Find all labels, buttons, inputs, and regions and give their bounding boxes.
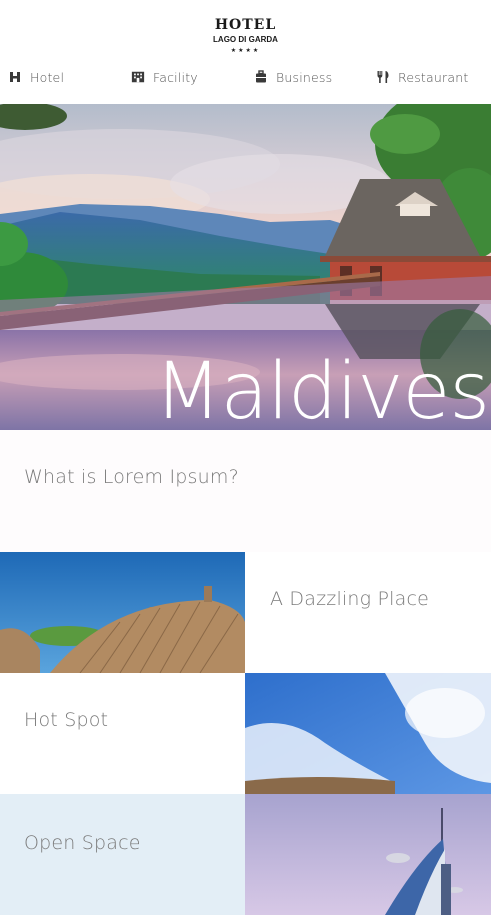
logo-stars: ★★★★ [230,47,261,54]
sky-clouds-image[interactable] [245,673,491,794]
briefcase-icon [254,70,268,84]
nav-item-business[interactable]: Business [254,62,332,92]
sky-clouds-photo [245,673,491,794]
nav-item-restaurant[interactable]: Restaurant [376,62,468,92]
tile-dazzling-place[interactable]: A Dazzling Place [245,552,491,673]
burj-al-arab-image[interactable] [245,794,491,915]
beach-umbrella-image[interactable] [0,552,245,673]
tile-hot-spot[interactable]: Hot Spot [0,673,245,794]
hero-title: Maldives [154,347,490,430]
nav-item-facility[interactable]: Facility [131,62,198,92]
logo-subtitle: LAGO DI GARDA [213,35,278,44]
beach-umbrella-photo [0,552,245,673]
nav-item-hotel[interactable]: Hotel [8,62,64,92]
header: HOTEL LAGO DI GARDA ★★★★ [0,0,491,62]
nav-label-restaurant: Restaurant [398,69,469,85]
tile-dazzling-place-label: A Dazzling Place [270,588,430,610]
burj-al-arab-photo [245,794,491,915]
tile-open-space-label: Open Space [24,832,141,854]
nav-label-hotel: Hotel [30,69,65,85]
hotel-h-icon [8,70,22,84]
tile-open-space[interactable]: Open Space [0,794,245,915]
hero-banner: Maldives [0,104,491,430]
building-icon [131,70,145,84]
logo-title: HOTEL [214,17,277,33]
hotel-logo[interactable]: HOTEL LAGO DI GARDA ★★★★ [0,18,491,55]
tile-hot-spot-label: Hot Spot [24,709,109,731]
intro-heading[interactable]: What is Lorem Ipsum? [24,466,239,488]
fork-knife-icon [376,70,390,84]
nav-label-facility: Facility [153,69,198,85]
main-nav: Hotel Facility Business Restaurant [0,62,491,92]
nav-label-business: Business [276,69,333,85]
intro-section: What is Lorem Ipsum? [0,430,491,552]
